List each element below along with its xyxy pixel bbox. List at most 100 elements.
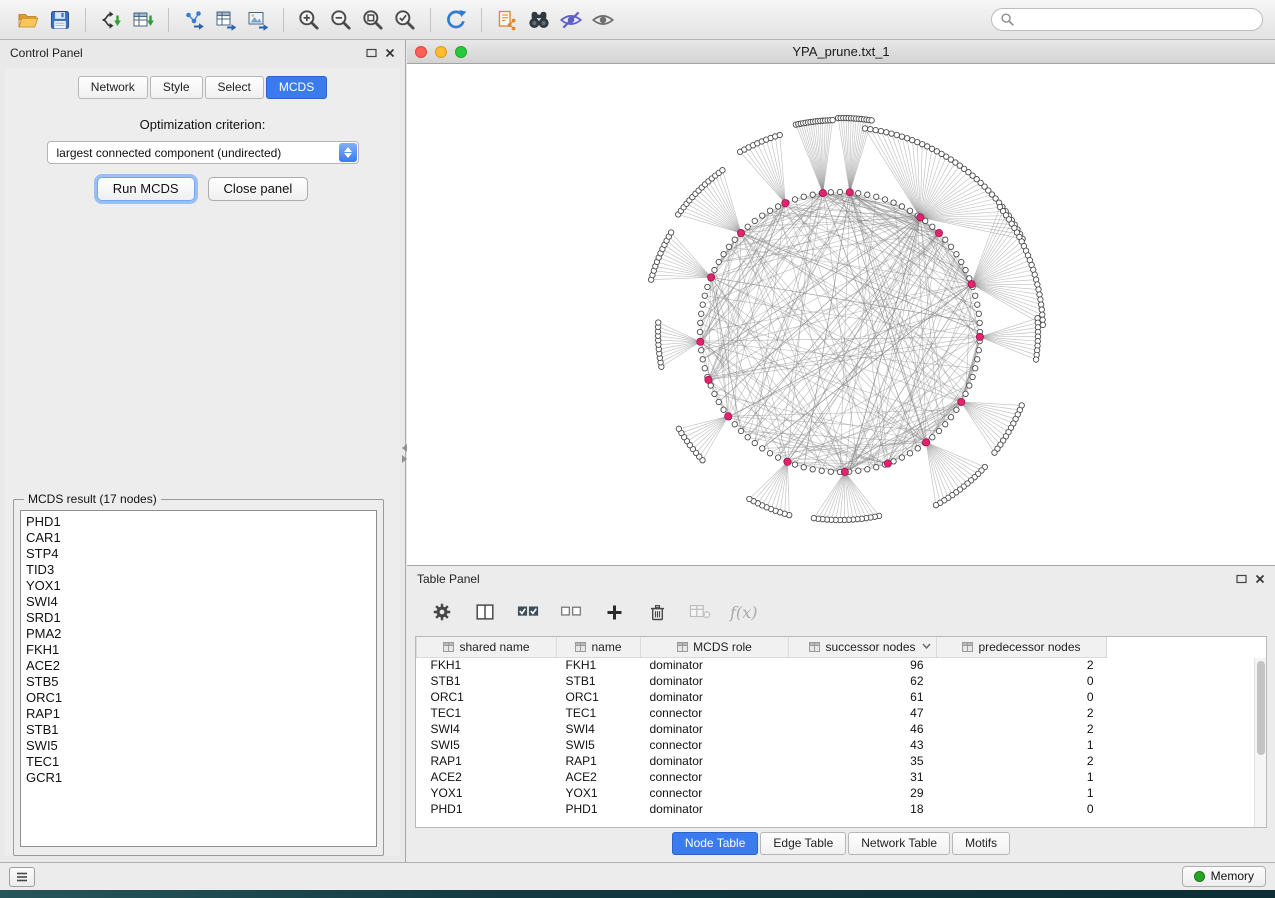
table-settings-button[interactable] [429,599,455,625]
plus-icon [604,602,625,623]
show-panels-button[interactable] [9,867,35,887]
mcds-result-item[interactable]: YOX1 [26,578,376,594]
export-table-button[interactable] [210,5,242,35]
zoom-out-button[interactable] [325,5,357,35]
global-search-box[interactable] [991,8,1263,31]
mcds-result-item[interactable]: STB5 [26,674,376,690]
tab-motifs[interactable]: Motifs [952,832,1010,855]
close-panel-icon[interactable] [385,48,395,58]
hide-selected-button[interactable] [555,5,587,35]
table-row[interactable]: SWI5SWI5connector431 [417,737,1107,753]
zoom-selected-icon [392,7,418,33]
network-graph-canvas[interactable] [407,64,1275,564]
select-all-columns-button[interactable] [515,599,541,625]
table-row[interactable]: SWI4SWI4dominator462 [417,721,1107,737]
cell-mcds-role: dominator [641,753,789,769]
float-panel-icon[interactable] [366,48,377,58]
column-grid-icon [443,642,454,652]
table-row[interactable]: FKH1FKH1dominator962 [417,657,1107,673]
cell-name: RAP1 [557,753,641,769]
tab-network[interactable]: Network [78,76,148,99]
export-image-button[interactable] [242,5,274,35]
show-all-button[interactable] [587,5,619,35]
mcds-result-item[interactable]: SWI5 [26,738,376,754]
column-header-predecessor-nodes[interactable]: predecessor nodes [937,637,1107,657]
zoom-selected-button[interactable] [389,5,421,35]
sort-chevron-down-icon[interactable] [922,643,931,649]
memory-status-button[interactable]: Memory [1182,866,1266,887]
close-panel-button[interactable]: Close panel [208,177,309,201]
tab-edge-table[interactable]: Edge Table [760,832,846,855]
save-session-button[interactable] [44,5,76,35]
mcds-result-item[interactable]: CAR1 [26,530,376,546]
table-row[interactable]: ORC1ORC1dominator610 [417,689,1107,705]
cell-successor-nodes: 18 [789,801,937,817]
mcds-result-item[interactable]: STB1 [26,722,376,738]
column-grid-icon [809,642,820,652]
export-network-button[interactable] [178,5,210,35]
create-column-button[interactable] [601,599,627,625]
table-panel-tabs: Node Table Edge Table Network Table Moti… [407,832,1275,855]
table-row[interactable]: TEC1TEC1connector472 [417,705,1107,721]
search-network-button[interactable] [523,5,555,35]
mcds-result-item[interactable]: PHD1 [26,514,376,530]
tab-node-table[interactable]: Node Table [672,832,759,855]
search-input[interactable] [1015,13,1254,27]
network-window-titlebar[interactable]: YPA_prune.txt_1 [407,40,1275,64]
scrollbar-thumb[interactable] [1257,661,1265,755]
mcds-result-item[interactable]: TEC1 [26,754,376,770]
zoom-in-button[interactable] [293,5,325,35]
mcds-result-item[interactable]: GCR1 [26,770,376,786]
search-icon [1000,12,1015,27]
column-header-shared-name[interactable]: shared name [417,637,557,657]
table-vertical-scrollbar[interactable] [1254,658,1266,827]
criterion-dropdown[interactable]: largest connected component (undirected) [47,141,359,164]
zoom-fit-button[interactable] [357,5,389,35]
delete-column-button[interactable] [644,599,670,625]
column-header-successor-nodes[interactable]: successor nodes [789,637,937,657]
import-network-from-file-button[interactable] [95,5,127,35]
run-mcds-button[interactable]: Run MCDS [97,177,195,201]
mcds-result-item[interactable]: STP4 [26,546,376,562]
deselect-all-columns-button[interactable] [558,599,584,625]
table-row[interactable]: ACE2ACE2connector311 [417,769,1107,785]
share-document-icon [495,8,519,32]
close-panel-icon[interactable] [1255,574,1265,584]
mcds-result-item[interactable]: TID3 [26,562,376,578]
cell-name: ACE2 [557,769,641,785]
cell-mcds-role: dominator [641,801,789,817]
tab-select[interactable]: Select [205,76,264,99]
toolbar-separator [430,8,431,32]
columns-icon [474,601,496,623]
check-all-icon [516,601,540,623]
table-row[interactable]: YOX1YOX1connector291 [417,785,1107,801]
table-row[interactable]: STB1STB1dominator620 [417,673,1107,689]
tab-mcds[interactable]: MCDS [266,76,327,99]
mcds-result-item[interactable]: SWI4 [26,594,376,610]
node-table-container[interactable]: shared name name MCDS [415,636,1267,828]
apply-layout-refresh-button[interactable] [440,5,472,35]
mcds-result-list[interactable]: PHD1CAR1STP4TID3YOX1SWI4SRD1PMA2FKH1ACE2… [20,510,377,847]
table-row[interactable]: RAP1RAP1dominator352 [417,753,1107,769]
column-header-name[interactable]: name [557,637,641,657]
float-panel-icon[interactable] [1236,574,1247,584]
show-column-panel-button[interactable] [472,599,498,625]
mcds-result-item[interactable]: RAP1 [26,706,376,722]
tab-style[interactable]: Style [150,76,203,99]
import-table-from-file-button[interactable] [127,5,159,35]
control-panel: Control Panel Network Style Select MCDS … [0,40,406,862]
open-session-button[interactable] [12,5,44,35]
control-panel-body: Network Style Select MCDS Optimization c… [5,68,400,856]
mcds-result-item[interactable]: ACE2 [26,658,376,674]
mcds-result-item[interactable]: FKH1 [26,642,376,658]
mcds-result-item[interactable]: PMA2 [26,626,376,642]
gear-icon [431,601,453,623]
column-header-mcds-role[interactable]: MCDS role [641,637,789,657]
mcds-result-item[interactable]: SRD1 [26,610,376,626]
cell-name: PHD1 [557,801,641,817]
tab-network-table[interactable]: Network Table [848,832,950,855]
table-row[interactable]: PHD1PHD1dominator180 [417,801,1107,817]
mcds-result-item[interactable]: ORC1 [26,690,376,706]
share-document-button[interactable] [491,5,523,35]
zoom-fit-icon [360,7,386,33]
